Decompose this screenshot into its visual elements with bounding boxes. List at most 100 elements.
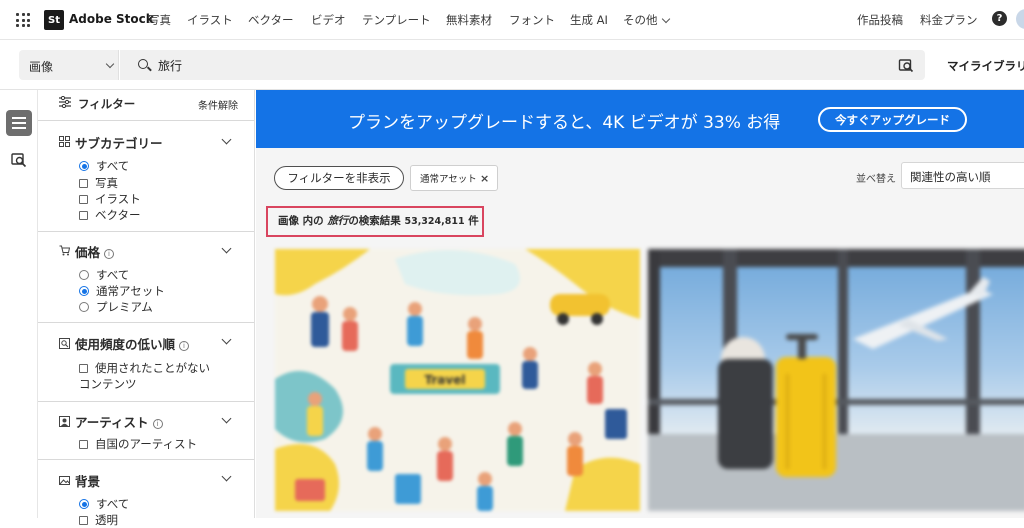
nav-more-label: その他 [623,13,658,27]
result-suffix: の検索結果 [348,215,401,227]
sliders-icon [59,96,71,108]
divider [38,401,254,402]
chevron-down-icon [661,14,670,24]
undiscovered-icon [59,338,70,349]
divider [38,322,254,323]
visual-search-icon[interactable] [11,152,27,168]
avatar[interactable] [1016,9,1024,29]
divider [38,459,254,460]
radio-selected[interactable] [79,286,89,296]
checkbox[interactable] [79,515,88,525]
chevron-down-icon[interactable] [221,413,232,424]
nav-fonts[interactable]: フォント [509,12,555,28]
chip-label: 通常アセット [420,174,477,185]
section-title-artist[interactable]: アーティスト i [75,412,163,431]
nav-illustrations[interactable]: イラスト [187,12,233,28]
nav-more[interactable]: その他 [623,12,670,28]
section-title-background[interactable]: 背景 [75,471,100,490]
info-icon[interactable]: i [152,419,163,429]
result-image-airport-suitcase[interactable] [648,249,1024,511]
option-standard-asset[interactable]: 通常アセット [79,283,165,299]
radio[interactable] [79,302,89,312]
logo-text[interactable]: Adobe Stock [69,12,154,26]
illustration-title: Travel [425,373,466,387]
close-icon[interactable]: × [480,172,489,185]
my-library-link[interactable]: マイライブラリ [947,58,1024,74]
option-label: 通常アセット [96,284,165,298]
category-icon [59,136,70,147]
option-label: ベクター [95,208,141,222]
result-count-text: 画像 内の 旅行の検索結果 53,324,811 件 [278,213,479,228]
checkbox[interactable] [79,439,88,449]
artist-icon [59,416,70,427]
adobe-stock-logo[interactable]: St [44,10,64,30]
nav-videos[interactable]: ビデオ [311,12,346,28]
result-image-travel-illustration[interactable]: Travel [275,249,640,511]
checkbox[interactable] [79,194,88,204]
nav-free[interactable]: 無料素材 [446,12,492,28]
option-transparent[interactable]: 透明 [79,512,118,528]
option-label: 写真 [95,176,118,190]
radio-selected[interactable] [79,499,89,509]
chevron-down-icon [105,59,115,69]
option-vectors[interactable]: ベクター [79,207,141,223]
nav-contribute[interactable]: 作品投稿 [857,12,903,28]
result-query: 旅行 [327,215,349,227]
upgrade-now-button[interactable]: 今すぐアップグレード [818,107,967,132]
chevron-down-icon[interactable] [221,134,232,145]
info-icon[interactable]: i [104,249,115,259]
checkbox[interactable] [79,363,88,373]
option-illustrations[interactable]: イラスト [79,191,141,207]
section-title-least-used-label: 使用頻度の低い順 [75,337,176,352]
chevron-down-icon[interactable] [221,471,232,482]
checkbox[interactable] [79,178,88,188]
asset-type-select[interactable]: 画像 [19,50,119,80]
section-title-least-used[interactable]: 使用頻度の低い順 i [75,334,190,353]
option-background-all[interactable]: すべて [79,496,129,512]
option-premium[interactable]: プレミアム [79,299,153,315]
airport-photo [648,249,1024,511]
nav-photos[interactable]: 写真 [148,12,171,28]
app-switcher-icon[interactable] [16,13,30,27]
nav-templates[interactable]: テンプレート [362,12,431,28]
filter-sidebar: フィルター 条件解除 サブカテゴリー すべて 写真 イラスト ベクター 価格 i … [38,90,255,527]
chevron-down-icon[interactable] [221,243,232,254]
section-title-subcategory[interactable]: サブカテゴリー [75,133,163,152]
section-title-price-label: 価格 [75,245,101,260]
search-input[interactable] [158,57,858,74]
clear-filters-link[interactable]: 条件解除 [198,97,238,112]
section-title-artist-label: アーティスト [75,415,149,430]
option-label: 使用されたことがない [95,361,210,375]
option-label: プレミアム [96,300,153,314]
sort-select[interactable]: 関連性の高い順 [901,162,1024,189]
divider [38,120,254,121]
divider [38,231,254,232]
filter-title: フィルター [78,97,136,111]
filter-toggle-icon[interactable] [6,110,32,136]
results-area: フィルターを非表示 通常アセット × 並べ替え 関連性の高い順 画像 内の 旅行… [256,148,1024,518]
option-label: 自国のアーティスト [95,437,198,451]
option-label: すべて [96,268,130,282]
option-never-used[interactable]: 使用されたことがない [79,360,210,376]
image-icon [59,476,70,485]
hide-filters-button[interactable]: フィルターを非表示 [274,166,404,190]
option-subcategory-all[interactable]: すべて [79,158,129,174]
upgrade-banner: プランをアップグレードすると、4K ビデオが 33% お得 今すぐアップグレード [256,90,1024,148]
option-label: すべて [96,497,130,511]
option-photos[interactable]: 写真 [79,175,118,191]
visual-search-icon[interactable] [898,57,914,73]
nav-generative-ai[interactable]: 生成 AI [570,12,608,28]
option-price-all[interactable]: すべて [79,267,129,283]
chevron-down-icon[interactable] [221,334,232,345]
nav-pricing[interactable]: 料金プラン [920,12,978,28]
radio[interactable] [79,270,89,280]
info-icon[interactable]: i [179,341,190,351]
radio-selected[interactable] [79,161,89,171]
left-rail [0,90,38,518]
checkbox[interactable] [79,210,88,220]
section-title-price[interactable]: 価格 i [75,242,115,261]
nav-vectors[interactable]: ベクター [248,12,294,28]
help-icon[interactable]: ? [992,11,1007,26]
travel-illustration: Travel [275,249,640,511]
option-local-artists[interactable]: 自国のアーティスト [79,436,197,452]
